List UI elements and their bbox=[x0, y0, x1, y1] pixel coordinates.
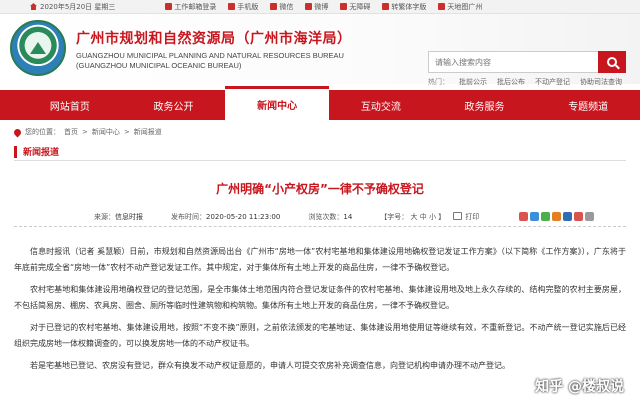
font-size-large[interactable]: 大 bbox=[411, 213, 418, 221]
hot-link[interactable]: 协助司法查询 bbox=[580, 77, 622, 87]
article-paragraph: 对于已登记的农村宅基地、集体建设用地，按照“不变不换”原则，之前依法颁发的宅基地… bbox=[14, 323, 626, 348]
hot-link[interactable]: 批前公示 bbox=[459, 77, 487, 87]
link-mail[interactable]: 工作邮箱登录 bbox=[165, 2, 216, 12]
link-wechat[interactable]: 微信 bbox=[270, 2, 293, 12]
link-traditional[interactable]: 转繁体字版 bbox=[382, 2, 426, 12]
breadcrumb-news-reports[interactable]: 新闻报道 bbox=[134, 127, 162, 137]
date-display: 2020年5月20日 星期三 bbox=[30, 2, 115, 12]
breadcrumb-news-center[interactable]: 新闻中心 bbox=[92, 127, 120, 137]
accessibility-icon bbox=[340, 3, 348, 10]
traditional-icon bbox=[382, 3, 390, 10]
search-box bbox=[428, 51, 626, 73]
nav-topics[interactable]: 专题频道 bbox=[536, 90, 640, 120]
main-nav: 网站首页 政务公开 新闻中心 互动交流 政务服务 专题频道 bbox=[0, 86, 640, 120]
org-english-name: GUANGZHOU MUNICIPAL PLANNING AND NATURAL… bbox=[76, 51, 344, 60]
nav-government-affairs[interactable]: 政务公开 bbox=[122, 90, 226, 120]
article-meta: 来源：信息时报 发布时间：2020-05-20 11:23:00 浏览次数：14… bbox=[14, 207, 626, 227]
print-button[interactable]: 打印 bbox=[453, 211, 479, 222]
font-size-control: 【字号： 大 中 小 】 bbox=[380, 212, 446, 221]
search-button[interactable] bbox=[598, 51, 626, 73]
article-body: 信息时报讯（记者 奚慧颖）日前，市规划和自然资源局出台《广州市“房地一体”农村宅… bbox=[14, 244, 626, 380]
top-utility-bar: 2020年5月20日 星期三 工作邮箱登录 手机版 微信 微博 无障碍 转繁体字… bbox=[0, 0, 640, 14]
link-map[interactable]: 天地图广州 bbox=[438, 2, 482, 12]
article-paragraph: 农村宅基地和集体建设用地确权登记的登记范围，是全市集体土地范围内符合登记发证条件… bbox=[14, 285, 626, 310]
bureau-logo[interactable] bbox=[10, 20, 66, 76]
share-icon[interactable] bbox=[552, 212, 562, 221]
section-header: 新闻报道 bbox=[14, 143, 626, 161]
link-mobile[interactable]: 手机版 bbox=[228, 2, 258, 12]
article-title: 广州明确“小产权房”一律不予确权登记 bbox=[216, 182, 424, 196]
org-english-subname: (GUANGZHOU MUNICIPAL OCEANIC BUREAU) bbox=[76, 61, 242, 70]
home-icon bbox=[30, 3, 37, 10]
font-size-small[interactable]: 小 bbox=[429, 213, 436, 221]
hot-link[interactable]: 不动产登记 bbox=[535, 77, 570, 87]
search-input[interactable] bbox=[428, 51, 598, 73]
section-title: 新闻报道 bbox=[23, 148, 60, 158]
nav-services[interactable]: 政务服务 bbox=[433, 90, 537, 120]
share-icon[interactable] bbox=[574, 212, 584, 221]
article-paragraph: 若是宅基地已登记、农房没有登记，群众有换发不动产权证意愿的，申请人可提交农房补充… bbox=[30, 361, 510, 370]
article-source: 来源：信息时报 bbox=[94, 212, 143, 221]
nav-interaction[interactable]: 互动交流 bbox=[329, 90, 433, 120]
share-buttons bbox=[519, 212, 595, 221]
search-icon bbox=[607, 57, 617, 67]
share-icon[interactable] bbox=[541, 212, 551, 221]
mail-icon bbox=[165, 3, 173, 10]
breadcrumb: 您的位置： 首页 > 新闻中心 > 新闻报道 bbox=[12, 127, 162, 137]
site-header: 广州市规划和自然资源局（广州市海洋局） GUANGZHOU MUNICIPAL … bbox=[0, 14, 640, 87]
section-marker bbox=[14, 145, 17, 158]
print-icon bbox=[453, 211, 463, 220]
breadcrumb-home[interactable]: 首页 bbox=[64, 127, 78, 137]
share-icon[interactable] bbox=[530, 212, 540, 221]
share-icon[interactable] bbox=[519, 212, 529, 221]
article-paragraph: 信息时报讯（记者 奚慧颖）日前，市规划和自然资源局出台《广州市“房地一体”农村宅… bbox=[14, 247, 626, 272]
hot-links: 热门： 批前公示 批后公布 不动产登记 协助司法查询 bbox=[428, 77, 622, 87]
nav-news-center[interactable]: 新闻中心 bbox=[225, 86, 330, 120]
hot-link[interactable]: 批后公布 bbox=[497, 77, 525, 87]
share-icon[interactable] bbox=[563, 212, 573, 221]
location-pin-icon bbox=[12, 127, 23, 137]
share-icon[interactable] bbox=[585, 212, 595, 221]
nav-home[interactable]: 网站首页 bbox=[18, 90, 122, 120]
font-size-medium[interactable]: 中 bbox=[420, 213, 427, 221]
weibo-icon bbox=[305, 3, 313, 10]
zhihu-watermark: 知乎 @楼叔说 bbox=[535, 379, 624, 395]
link-weibo[interactable]: 微博 bbox=[305, 2, 328, 12]
utility-links: 工作邮箱登录 手机版 微信 微博 无障碍 转繁体字版 天地图广州 bbox=[165, 2, 482, 12]
org-title: 广州市规划和自然资源局（广州市海洋局） bbox=[76, 31, 352, 47]
hot-label: 热门： bbox=[428, 78, 449, 86]
wechat-icon bbox=[270, 3, 278, 10]
link-accessibility[interactable]: 无障碍 bbox=[340, 2, 370, 12]
article-views: 浏览次数：14 bbox=[308, 212, 353, 221]
map-icon bbox=[438, 3, 446, 10]
article-time: 发布时间：2020-05-20 11:23:00 bbox=[171, 212, 281, 221]
mobile-icon bbox=[228, 3, 236, 10]
